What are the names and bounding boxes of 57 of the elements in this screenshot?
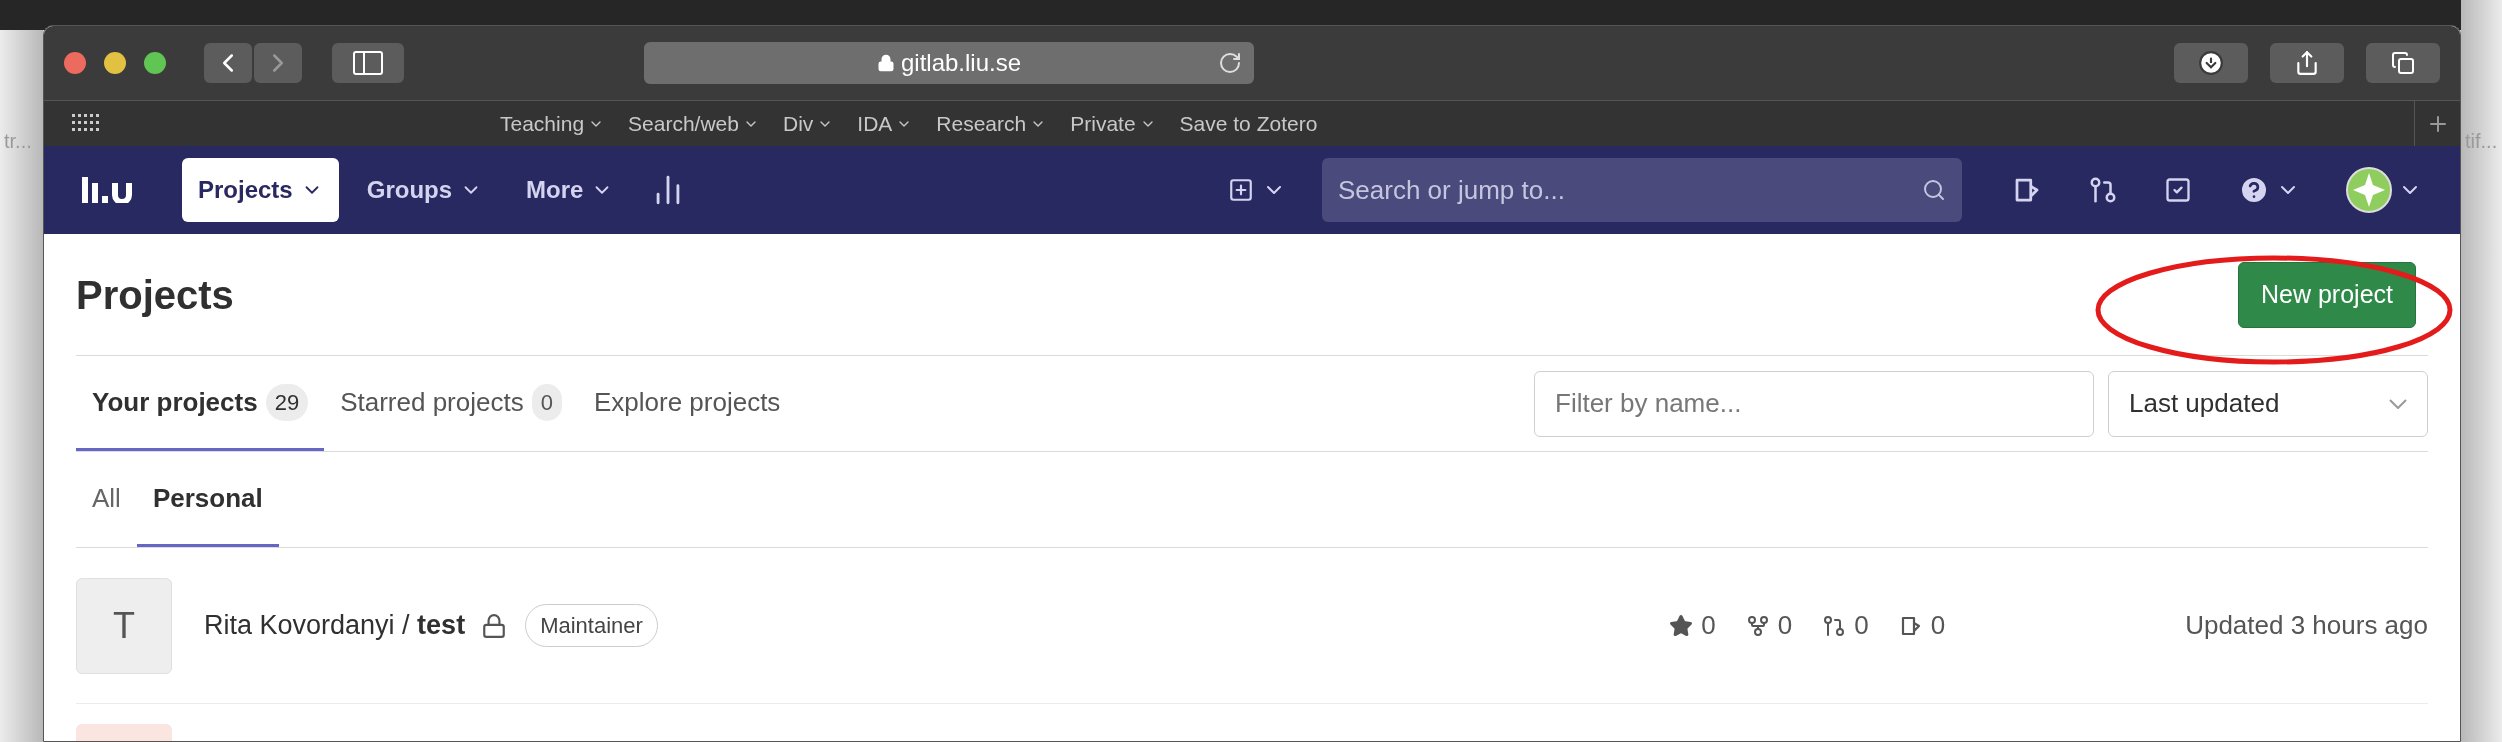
bookmark-link[interactable]: Save to Zotero — [1179, 107, 1318, 140]
project-tab[interactable]: Your projects 29 — [76, 356, 325, 451]
search-icon — [1922, 178, 1946, 202]
tabs-icon — [2391, 51, 2415, 75]
nav-menu-button[interactable]: Projects — [182, 158, 339, 222]
star-count[interactable]: 0 — [1669, 606, 1716, 645]
merge-request-count[interactable]: 0 — [1822, 606, 1869, 645]
address-bar[interactable]: gitlab.liu.se — [644, 42, 1254, 84]
background-tab-title: tif... — [2465, 129, 2498, 154]
sidebar-button[interactable] — [332, 43, 404, 83]
address-text: gitlab.liu.se — [900, 48, 1022, 78]
lock-icon — [876, 54, 895, 72]
nav-menu-button[interactable]: More — [510, 158, 630, 222]
zoom-window-icon[interactable] — [144, 52, 166, 74]
fork-count[interactable]: 0 — [1745, 606, 1793, 645]
project-tab[interactable]: Starred projects 0 — [324, 356, 578, 451]
minimize-window-icon[interactable] — [104, 52, 126, 74]
new-project-button[interactable]: New project — [2238, 261, 2416, 328]
downloads-button[interactable] — [2174, 43, 2248, 83]
page-title: Projects — [76, 271, 234, 319]
chevron-down-icon — [2389, 398, 2407, 409]
share-icon — [2294, 50, 2320, 76]
fork-icon — [1745, 613, 1770, 638]
reload-icon[interactable] — [1218, 51, 1242, 75]
bookmark-folder[interactable]: Private — [1070, 107, 1156, 140]
sidebar-icon — [353, 51, 383, 75]
background-tab-title: tr... — [4, 129, 32, 154]
sort-dropdown[interactable]: Last updated — [2108, 370, 2428, 437]
plus-square-icon — [1228, 177, 1254, 203]
back-button[interactable] — [204, 43, 252, 83]
download-icon — [2198, 50, 2224, 76]
count-badge: 0 — [531, 383, 562, 421]
bookmark-folder[interactable]: Research — [936, 107, 1047, 140]
bookmark-folder[interactable]: Search/web — [628, 107, 759, 140]
project-avatar[interactable]: T — [76, 577, 172, 674]
filter-field[interactable]: Filter by name... — [1534, 370, 2094, 437]
search-field[interactable]: Search or jump to... — [1322, 158, 1962, 222]
updated-time: Updated 3 hours ago — [2185, 609, 2428, 642]
close-window-icon[interactable] — [64, 52, 86, 74]
filter-tab[interactable]: All — [76, 452, 137, 547]
project-tab[interactable]: Explore projects — [577, 356, 797, 451]
user-avatar-icon — [2346, 167, 2392, 213]
star-icon — [1669, 613, 1694, 638]
merge-request-icon[interactable] — [2088, 175, 2118, 205]
project-link[interactable]: Rita Kovordanyi / test — [204, 605, 466, 646]
share-button[interactable] — [2270, 43, 2344, 83]
bookmark-folder[interactable]: Div — [782, 107, 834, 140]
nav-menu-button[interactable]: Groups — [350, 158, 499, 222]
bookmark-folder[interactable]: Teaching — [500, 107, 605, 140]
todo-icon[interactable] — [2164, 176, 2192, 204]
grid-icon[interactable] — [72, 113, 100, 134]
bookmark-folder[interactable]: IDA — [857, 107, 913, 140]
filter-tab[interactable]: Personal — [136, 452, 279, 547]
issue-count[interactable]: 0 — [1898, 606, 1946, 645]
merge-request-icon — [1822, 613, 1847, 638]
count-badge: 29 — [265, 383, 309, 421]
tabs-overview-button[interactable] — [2366, 43, 2440, 83]
